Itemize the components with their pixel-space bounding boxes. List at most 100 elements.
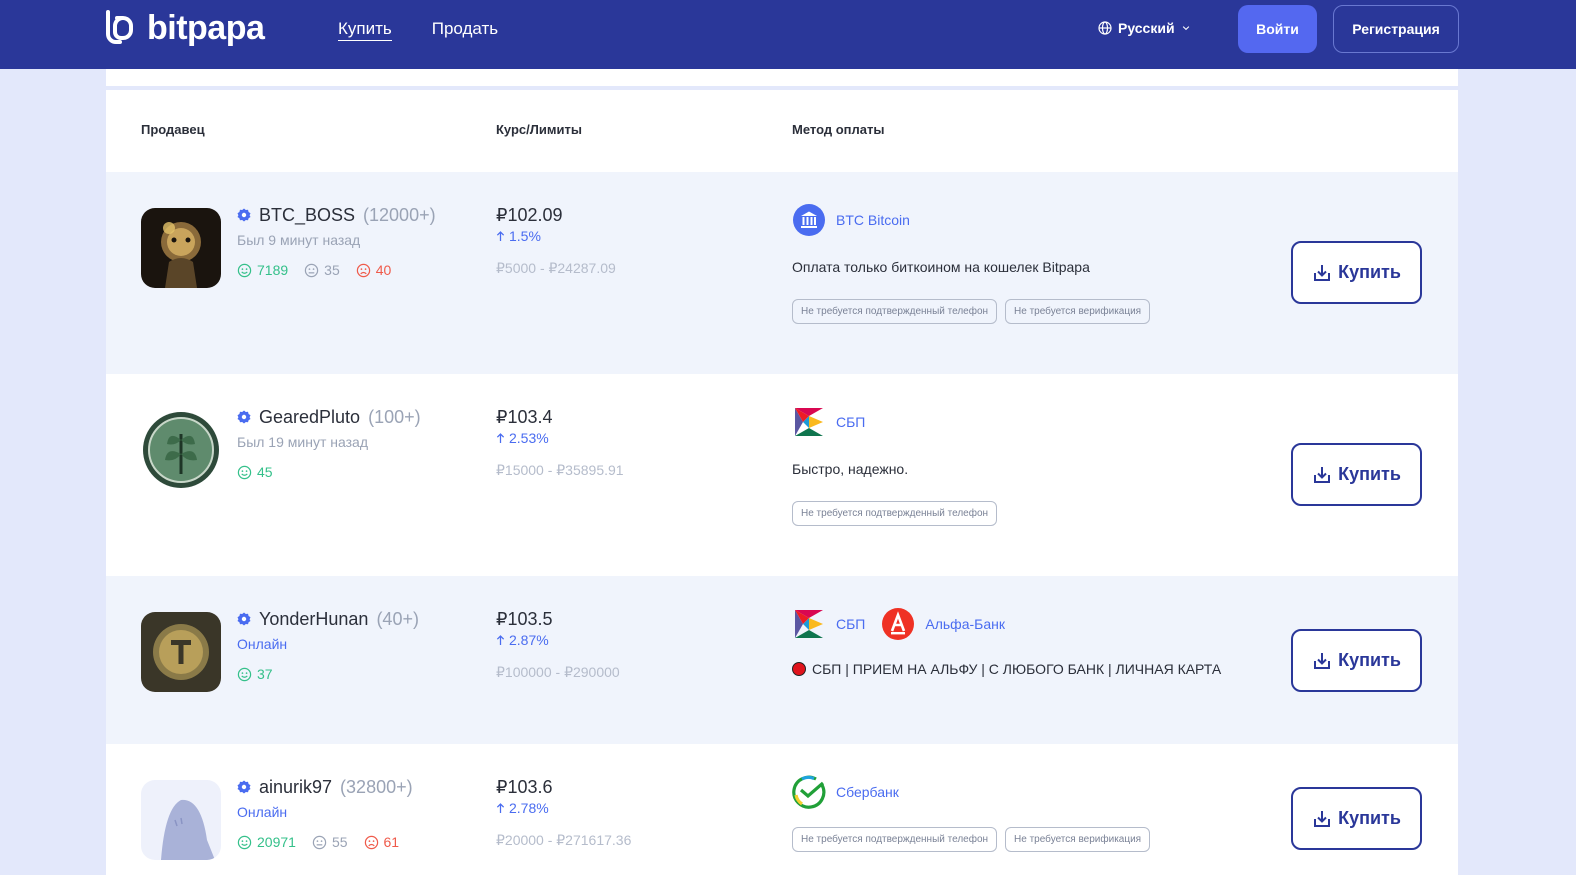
negative-reviews: 61 bbox=[364, 834, 399, 850]
rate-change-value: 2.78% bbox=[509, 800, 549, 816]
rate-change-value: 2.87% bbox=[509, 632, 549, 648]
buy-button-label: Купить bbox=[1338, 650, 1401, 670]
globe-icon bbox=[1098, 21, 1112, 35]
payment-method-name: СБП bbox=[836, 414, 866, 430]
neutral-face-icon bbox=[304, 263, 319, 277]
neutral-count: 35 bbox=[324, 262, 340, 278]
buy-button[interactable]: Купить bbox=[1291, 443, 1422, 506]
payment-info: Сбербанк Не требуется подтвержденный тел… bbox=[792, 775, 1151, 852]
arrow-up-icon bbox=[496, 802, 505, 813]
main-nav: Купить Продать bbox=[338, 19, 498, 41]
seller-deals-count: (100+) bbox=[368, 407, 421, 427]
rate-change-value: 1.5% bbox=[509, 228, 541, 244]
rate-info: ₽102.09 1.5% ₽5000 - ₽24287.09 bbox=[496, 204, 616, 277]
sberbank-icon bbox=[792, 775, 826, 809]
seller-name[interactable]: BTC_BOSS bbox=[259, 204, 355, 226]
sbp-icon bbox=[795, 610, 823, 638]
seller-name[interactable]: YonderHunan bbox=[259, 608, 368, 630]
avatar bbox=[141, 410, 221, 490]
seller-info: YonderHunan (40+) Онлайн 37 bbox=[237, 608, 419, 682]
rate-change-value: 2.53% bbox=[509, 430, 549, 446]
sbp-icon bbox=[795, 408, 823, 436]
rate-change: 2.78% bbox=[496, 800, 631, 816]
seller-status: Онлайн bbox=[237, 636, 288, 652]
download-icon bbox=[1314, 810, 1331, 827]
smile-icon bbox=[237, 465, 252, 479]
payment-description: СБП | ПРИЕМ НА АЛЬФУ | С ЛЮБОГО БАНК | Л… bbox=[792, 661, 1221, 677]
neutral-reviews: 55 bbox=[312, 834, 348, 850]
avatar bbox=[141, 208, 221, 288]
buy-button[interactable]: Купить bbox=[1291, 787, 1422, 850]
rate-value: ₽103.6 bbox=[496, 777, 553, 797]
nav-buy[interactable]: Купить bbox=[338, 19, 392, 41]
tags: Не требуется подтвержденный телефон Не т… bbox=[792, 299, 1151, 324]
rate-change: 2.53% bbox=[496, 430, 624, 446]
seller-name[interactable]: ainurik97 bbox=[259, 776, 332, 798]
seller-deals-count: (40+) bbox=[376, 609, 419, 629]
offers-table-header: Продавец Курс/Лимиты Метод оплаты bbox=[106, 90, 1458, 172]
reviews: 45 bbox=[237, 464, 421, 480]
buy-button[interactable]: Купить bbox=[1291, 241, 1422, 304]
offer-row: YonderHunan (40+) Онлайн 37 ₽103.5 2.87%… bbox=[106, 576, 1458, 744]
offer-row: GearedPluto (100+) Был 19 минут назад 45… bbox=[106, 374, 1458, 576]
reviews: 7189 35 40 bbox=[237, 262, 436, 278]
column-payment: Метод оплаты bbox=[792, 122, 885, 137]
payment-method[interactable]: Альфа-Банк bbox=[881, 607, 1005, 641]
reviews: 37 bbox=[237, 666, 419, 682]
seller-info: BTC_BOSS (12000+) Был 9 минут назад 7189… bbox=[237, 204, 436, 278]
rate-info: ₽103.4 2.53% ₽15000 - ₽35895.91 bbox=[496, 406, 624, 479]
payment-description-text: Оплата только биткоином на кошелек Bitpa… bbox=[792, 259, 1090, 275]
buy-button[interactable]: Купить bbox=[1291, 629, 1422, 692]
smile-icon bbox=[237, 667, 252, 681]
buy-button-label: Купить bbox=[1338, 808, 1401, 828]
offer-row: ainurik97 (32800+) Онлайн 20971 55 61 ₽1… bbox=[106, 744, 1458, 875]
payment-method-name: Сбербанк bbox=[836, 784, 899, 800]
payment-method-name: BTC Bitcoin bbox=[836, 212, 910, 228]
rate-info: ₽103.6 2.78% ₽20000 - ₽271617.36 bbox=[496, 776, 631, 849]
negative-count: 40 bbox=[375, 262, 392, 278]
payment-method-name: СБП bbox=[836, 616, 866, 632]
sad-face-icon bbox=[356, 263, 370, 277]
tag-no-phone: Не требуется подтвержденный телефон bbox=[792, 827, 998, 852]
seller-deals-count: (12000+) bbox=[363, 205, 436, 225]
nav-sell[interactable]: Продать bbox=[432, 19, 498, 41]
positive-count: 45 bbox=[257, 464, 273, 480]
language-label: Русский bbox=[1118, 20, 1175, 36]
download-icon bbox=[1314, 466, 1331, 483]
payment-description: Быстро, надежно. bbox=[792, 461, 997, 477]
chevron-down-icon bbox=[1182, 26, 1189, 31]
language-selector[interactable]: Русский bbox=[1098, 20, 1191, 36]
verified-badge-icon bbox=[237, 780, 251, 794]
payment-description: Оплата только биткоином на кошелек Bitpa… bbox=[792, 259, 1150, 275]
verified-badge-icon bbox=[237, 612, 251, 626]
payment-method[interactable]: Сбербанк bbox=[792, 775, 899, 809]
payment-method[interactable]: СБП bbox=[792, 405, 865, 439]
tag-no-phone: Не требуется подтвержденный телефон bbox=[792, 501, 998, 526]
buy-button-label: Купить bbox=[1338, 464, 1401, 484]
positive-count: 37 bbox=[257, 666, 273, 682]
payment-method[interactable]: СБП bbox=[792, 607, 865, 641]
login-button[interactable]: Войти bbox=[1238, 5, 1317, 53]
seller-deals-count: (32800+) bbox=[340, 777, 413, 797]
download-icon bbox=[1314, 652, 1331, 669]
bitpapa-logo[interactable]: bitpapa bbox=[105, 10, 265, 46]
register-button[interactable]: Регистрация bbox=[1333, 5, 1459, 53]
positive-reviews: 45 bbox=[237, 464, 273, 480]
positive-reviews: 7189 bbox=[237, 262, 288, 278]
offer-row: BTC_BOSS (12000+) Был 9 минут назад 7189… bbox=[106, 172, 1458, 374]
payment-method[interactable]: BTC Bitcoin bbox=[792, 203, 910, 237]
rate-change: 1.5% bbox=[496, 228, 616, 244]
rate-limits: ₽15000 - ₽35895.91 bbox=[496, 462, 624, 478]
neutral-count: 55 bbox=[331, 834, 348, 850]
alfa-bank-icon bbox=[882, 608, 915, 640]
rate-value: ₽103.5 bbox=[496, 609, 553, 629]
tags: Не требуется подтвержденный телефон Не т… bbox=[792, 827, 1151, 852]
seller-status: Онлайн bbox=[237, 804, 288, 820]
seller-status: Был 9 минут назад bbox=[237, 232, 361, 248]
seller-status: Был 19 минут назад bbox=[237, 434, 368, 450]
payment-info: СБП Альфа-Банк СБП | ПРИЕМ НА АЛЬФУ | С … bbox=[792, 607, 1221, 677]
seller-name[interactable]: GearedPluto bbox=[259, 406, 360, 428]
column-seller: Продавец bbox=[141, 122, 205, 137]
seller-info: GearedPluto (100+) Был 19 минут назад 45 bbox=[237, 406, 421, 480]
buy-button-label: Купить bbox=[1338, 262, 1401, 282]
